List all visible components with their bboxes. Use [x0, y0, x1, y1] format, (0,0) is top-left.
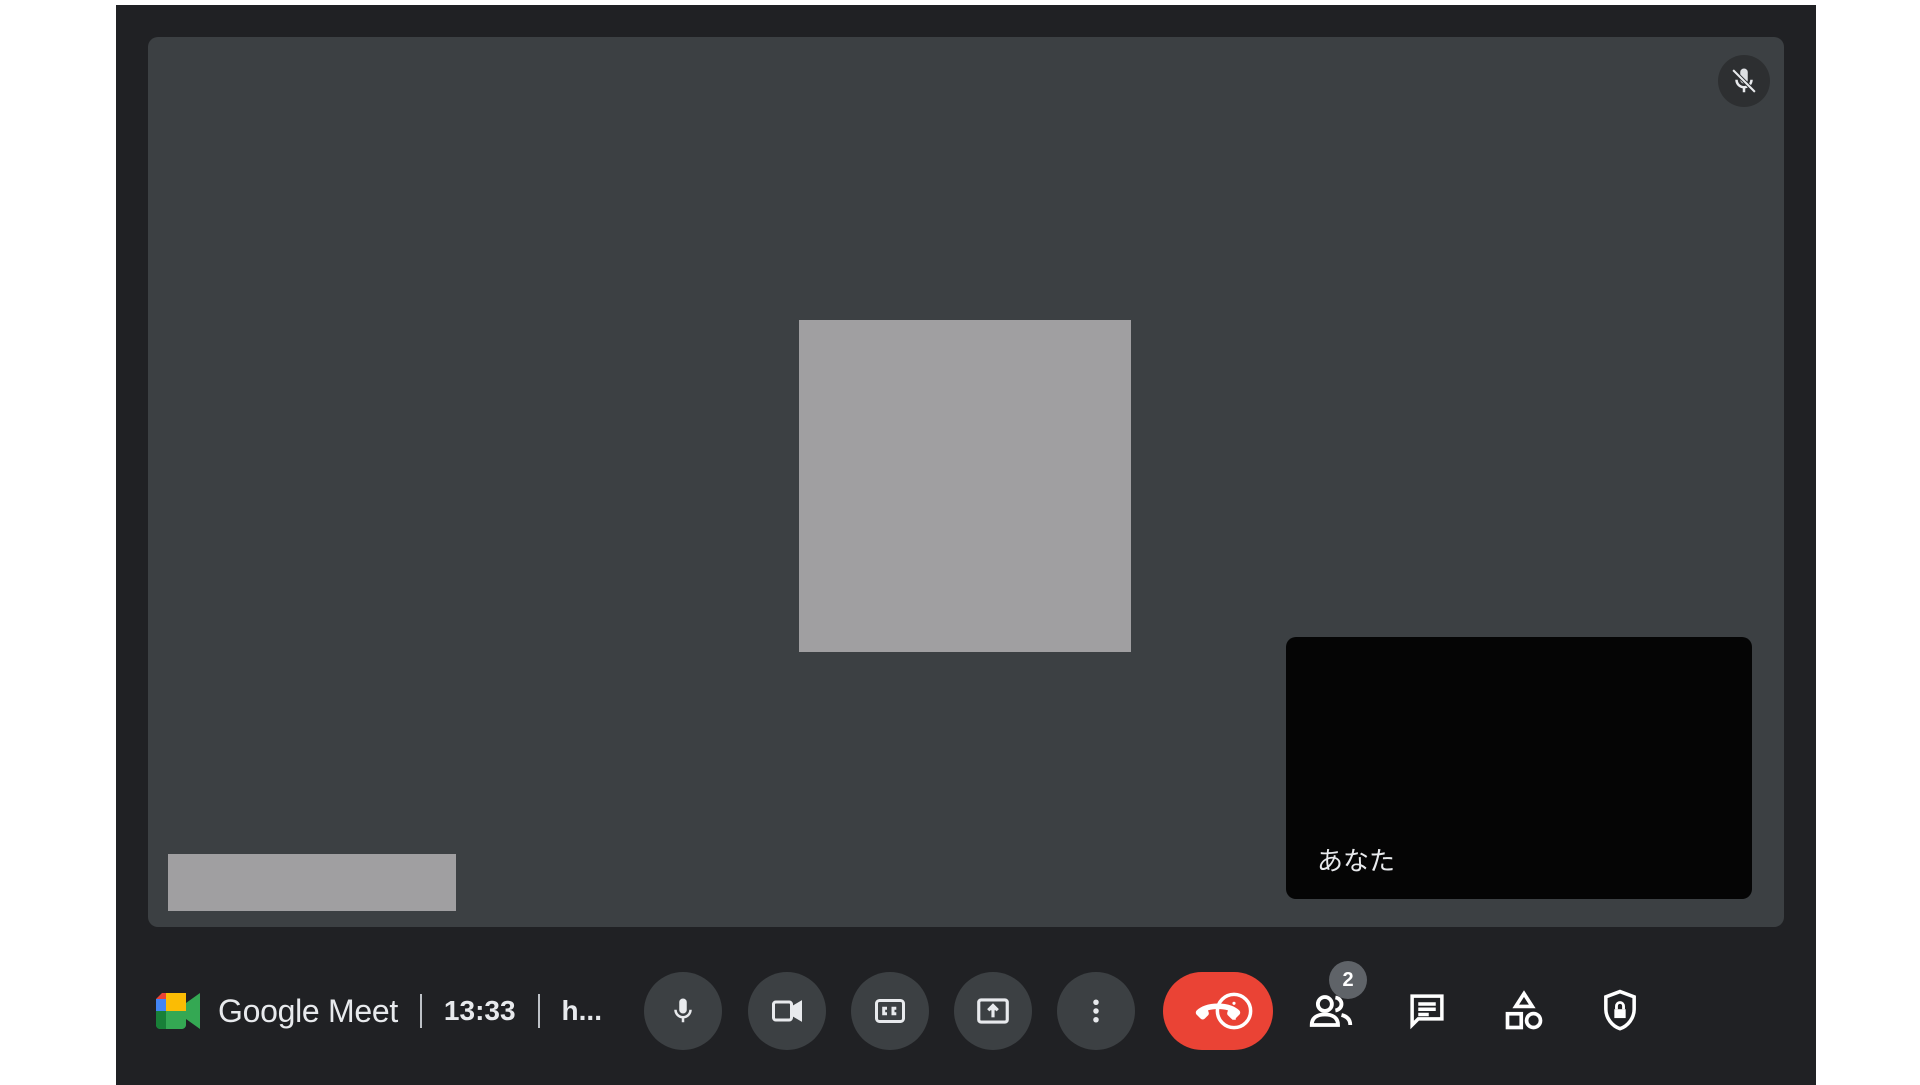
present-icon [977, 998, 1009, 1024]
people-button[interactable]: 2 [1299, 961, 1367, 1043]
mic-icon [674, 998, 692, 1023]
captions-button[interactable] [851, 972, 929, 1050]
control-bar: Google Meet 13:33 h... 2 [116, 961, 1816, 1062]
self-video-tile[interactable]: あなた [1286, 637, 1752, 899]
mic-button[interactable] [644, 972, 722, 1050]
divider [537, 994, 540, 1028]
participant-count-badge: 2 [1329, 961, 1367, 999]
host-controls-button[interactable] [1588, 979, 1652, 1043]
divider [419, 994, 422, 1028]
captions-icon [875, 999, 905, 1023]
activities-button[interactable] [1492, 979, 1556, 1043]
info-icon [1215, 992, 1253, 1030]
self-name-label: あなた [1317, 847, 1396, 877]
meeting-info: Google Meet 13:33 h... [154, 990, 602, 1032]
meeting-code[interactable]: h... [562, 995, 602, 1027]
brand-name: Google Meet [218, 992, 398, 1029]
chat-icon [1410, 994, 1444, 1030]
meeting-time: 13:33 [443, 995, 516, 1026]
more-options-icon [1093, 999, 1099, 1023]
camera-button[interactable] [748, 972, 826, 1050]
meet-window: あなた Google Meet 13:33 h... 2 [116, 5, 1816, 1085]
host-controls-icon [1604, 989, 1636, 1031]
meeting-details-button[interactable] [1202, 979, 1266, 1043]
participant-avatar [799, 320, 1131, 652]
main-video-stage: あなた [148, 37, 1784, 927]
chat-button[interactable] [1395, 979, 1459, 1043]
mic-off-icon [1718, 55, 1770, 107]
participant-name-label [168, 854, 456, 911]
present-button[interactable] [954, 972, 1032, 1050]
activities-icon [1505, 990, 1543, 1030]
google-meet-logo-icon [156, 993, 200, 1029]
camera-icon [772, 1000, 802, 1022]
more-options-button[interactable] [1057, 972, 1135, 1050]
